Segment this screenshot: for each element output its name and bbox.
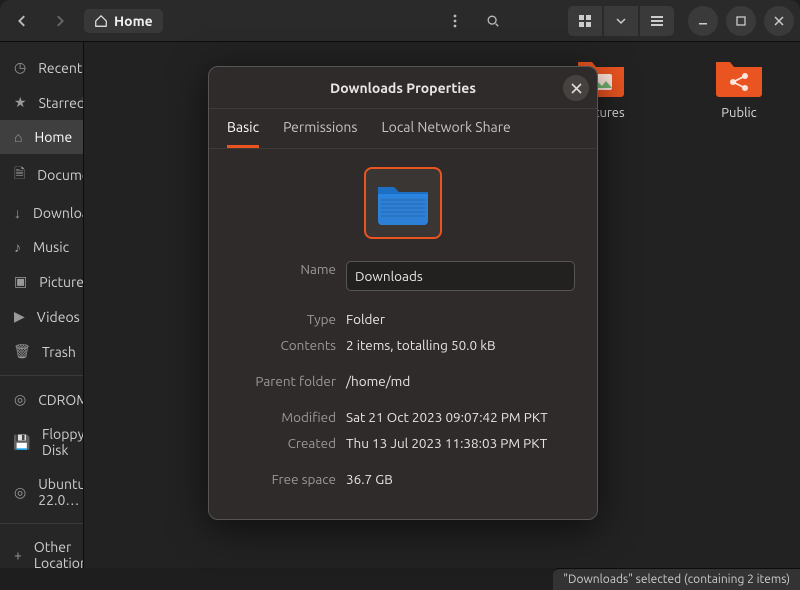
kebab-menu-button[interactable] xyxy=(438,6,472,36)
trash-icon: 🗑 xyxy=(14,343,30,360)
path-bar[interactable]: Home xyxy=(84,9,163,33)
value-type: Folder xyxy=(346,311,575,327)
music-icon: ♪ xyxy=(14,239,21,255)
image-icon: ▣ xyxy=(14,273,27,290)
sidebar-item-downloads[interactable]: ↓ Downloads xyxy=(0,196,83,230)
sidebar-item-label: CDROM xyxy=(38,392,84,408)
dialog-preview xyxy=(231,167,575,239)
folder-icon[interactable] xyxy=(364,167,442,239)
disc-icon: ◎ xyxy=(14,391,26,408)
label-type: Type xyxy=(231,311,336,327)
dialog-title-bar[interactable]: Downloads Properties xyxy=(209,67,597,109)
sidebar-item-home[interactable]: ⌂ Home xyxy=(0,120,83,154)
label-free: Free space xyxy=(231,471,336,487)
value-contents: 2 items, totalling 50.0 kB xyxy=(346,337,575,353)
sidebar-item-documents[interactable]: 🗎 Documents xyxy=(0,154,83,196)
dialog-tabs: Basic Permissions Local Network Share xyxy=(209,109,597,149)
plus-icon: + xyxy=(14,547,22,563)
icon-view-button[interactable] xyxy=(568,6,602,36)
sidebar-item-ubuntu[interactable]: ◎Ubuntu 22.0…▲ xyxy=(0,467,83,517)
sidebar-item-videos[interactable]: ▶ Videos xyxy=(0,299,83,334)
tab-basic[interactable]: Basic xyxy=(227,119,259,148)
sidebar-item-label: Downloads xyxy=(33,205,84,221)
sidebar-item-other-locations[interactable]: + Other Locations xyxy=(0,530,83,568)
sidebar-item-cdrom[interactable]: ◎CDROM▲ xyxy=(0,382,83,417)
sidebar-item-starred[interactable]: ★ Starred xyxy=(0,85,83,120)
sidebar-item-label: Music xyxy=(33,239,69,255)
sidebar-item-recent[interactable]: ◷ Recent xyxy=(0,50,83,85)
sidebar-item-label: Recent xyxy=(38,60,82,76)
sidebar-item-floppy[interactable]: 💾 Floppy Disk xyxy=(0,417,83,467)
sidebar-item-music[interactable]: ♪ Music xyxy=(0,230,83,264)
label-contents: Contents xyxy=(231,337,336,353)
download-icon: ↓ xyxy=(14,205,21,221)
close-window-button[interactable] xyxy=(764,6,794,36)
value-free: 36.7 GB xyxy=(346,471,575,487)
view-dropdown-button[interactable] xyxy=(604,6,638,36)
folder-public[interactable]: Public xyxy=(698,54,780,556)
sidebar-item-label: Documents xyxy=(37,167,84,183)
sidebar: ◷ Recent ★ Starred ⌂ Home 🗎 Documents ↓ Downl… xyxy=(0,42,84,568)
tab-local-network-share[interactable]: Local Network Share xyxy=(382,119,511,148)
properties-dialog: Downloads Properties Basic Permissions L… xyxy=(208,66,598,520)
status-text: "Downloads" selected (containing 2 items… xyxy=(563,573,790,586)
label-modified: Modified xyxy=(231,409,336,425)
dialog-title: Downloads Properties xyxy=(330,80,476,96)
folder-label: Public xyxy=(721,106,756,120)
doc-icon: 🗎 xyxy=(14,163,25,187)
home-icon xyxy=(94,14,108,28)
toolbar: Home xyxy=(0,0,800,42)
search-button[interactable] xyxy=(476,6,510,36)
view-mode-group xyxy=(568,6,674,36)
label-name: Name xyxy=(231,261,336,291)
dialog-close-button[interactable] xyxy=(563,75,589,101)
name-field[interactable] xyxy=(346,261,575,291)
tab-permissions[interactable]: Permissions xyxy=(283,119,357,148)
maximize-button[interactable] xyxy=(726,6,756,36)
sidebar-item-label: Videos xyxy=(37,309,80,325)
home-icon: ⌂ xyxy=(14,129,22,145)
sidebar-item-pictures[interactable]: ▣ Pictures xyxy=(0,264,83,299)
label-parent: Parent folder xyxy=(231,373,336,389)
back-button[interactable] xyxy=(6,6,40,36)
value-created: Thu 13 Jul 2023 11:38:03 PM PKT xyxy=(346,435,575,451)
sidebar-item-label: Ubuntu 22.0… xyxy=(38,476,84,508)
clock-icon: ◷ xyxy=(14,59,26,76)
status-bar: "Downloads" selected (containing 2 items… xyxy=(553,568,800,590)
floppy-icon: 💾 xyxy=(14,434,30,451)
path-label: Home xyxy=(114,13,153,29)
star-icon: ★ xyxy=(14,94,27,111)
sidebar-item-label: Pictures xyxy=(39,274,84,290)
sidebar-item-label: Home xyxy=(34,129,72,145)
minimize-button[interactable] xyxy=(688,6,718,36)
sidebar-item-label: Other Locations xyxy=(34,539,84,568)
label-created: Created xyxy=(231,435,336,451)
list-view-button[interactable] xyxy=(640,6,674,36)
sidebar-item-trash[interactable]: 🗑 Trash xyxy=(0,334,83,369)
sidebar-item-label: Floppy Disk xyxy=(42,426,84,458)
value-modified: Sat 21 Oct 2023 09:07:42 PM PKT xyxy=(346,409,575,425)
value-parent: /home/md xyxy=(346,373,575,389)
forward-button[interactable] xyxy=(42,6,76,36)
sidebar-item-label: Starred xyxy=(39,95,84,111)
dialog-body: Name Type Folder Contents 2 items, totalli… xyxy=(209,149,597,519)
disc-icon: ◎ xyxy=(14,484,26,501)
folder-icon xyxy=(711,54,767,100)
video-icon: ▶ xyxy=(14,308,25,325)
sidebar-item-label: Trash xyxy=(42,344,76,360)
